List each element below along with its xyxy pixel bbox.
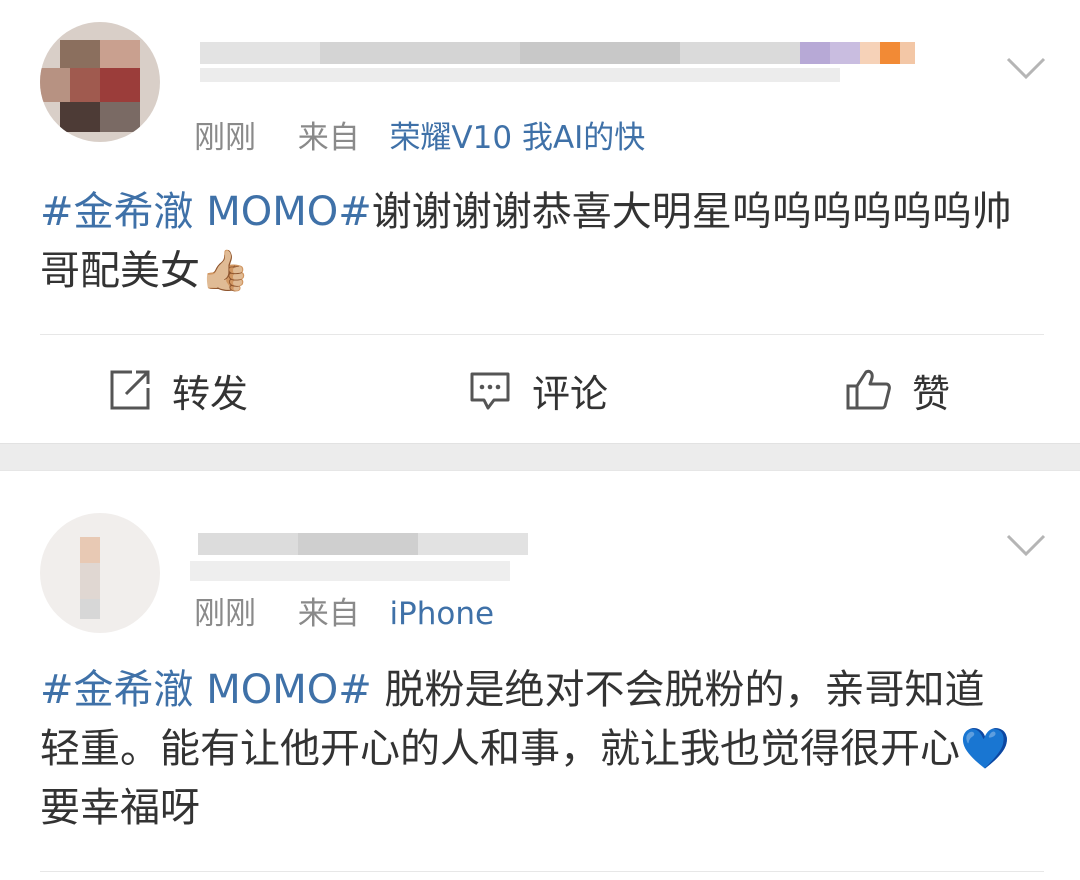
timestamp: 刚刚 [194,596,256,632]
action-bar: 转发 评论 赞 [0,350,1080,430]
post-card-2: 刚刚 来自 iPhone #金希澈 MOMO# 脱粉是绝对不会脱粉的，亲哥知道轻… [0,471,1080,880]
repost-label: 转发 [172,371,249,416]
thumbs-up-icon [846,369,891,410]
post-content: #金希澈 MOMO#谢谢谢谢恭喜大明星呜呜呜呜呜呜帅哥配美女👍🏼 [40,183,1020,301]
repost-button[interactable]: 转发 [106,350,248,430]
like-label: 赞 [912,371,951,416]
comment-icon [470,372,510,410]
like-button[interactable]: 赞 [844,350,950,430]
post-card-1: 刚刚 来自 荣耀V10 我AI的快 #金希澈 MOMO#谢谢谢谢恭喜大明星呜呜呜… [0,0,1080,443]
post-meta: 刚刚 来自 iPhone [194,588,494,633]
chevron-down-icon[interactable] [1006,56,1046,80]
avatar[interactable] [40,22,160,142]
post-text-end: 要幸福呀 [40,785,200,831]
comment-label: 评论 [532,371,609,416]
avatar[interactable] [40,513,160,633]
blue-heart-emoji: 💙 [960,726,1010,772]
username-blurred[interactable] [200,42,915,64]
share-icon [110,370,150,410]
source-link[interactable]: 荣耀V10 我AI的快 [389,120,645,156]
from-label: 来自 [297,596,360,632]
username-blurred[interactable] [198,533,528,555]
chevron-down-icon[interactable] [1006,533,1046,557]
divider [40,871,1044,872]
hashtag-link[interactable]: #金希澈 MOMO# [40,189,372,235]
timestamp: 刚刚 [194,120,256,156]
post-separator [0,443,1080,471]
post-meta: 刚刚 来自 荣耀V10 我AI的快 [194,112,645,157]
divider [40,334,1044,335]
from-label: 来自 [297,120,360,156]
post-content: #金希澈 MOMO# 脱粉是绝对不会脱粉的，亲哥知道轻重。能有让他开心的人和事，… [40,661,1020,838]
hashtag-link[interactable]: #金希澈 MOMO# [40,667,372,713]
comment-button[interactable]: 评论 [466,350,608,430]
source-link[interactable]: iPhone [389,596,494,632]
thumbs-up-emoji: 👍🏼 [200,248,250,294]
